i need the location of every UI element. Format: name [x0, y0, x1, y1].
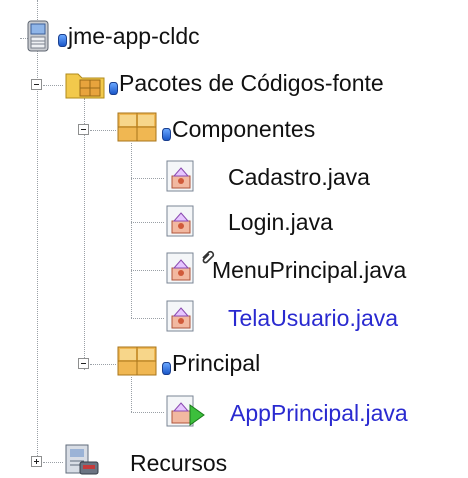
- folder-sources-icon: [65, 73, 105, 99]
- java-class-icon: [166, 300, 194, 332]
- package-label: Componentes: [172, 116, 316, 142]
- java-badge-icon: [58, 34, 67, 47]
- package-label: Principal: [172, 350, 261, 376]
- tree-line: [84, 98, 85, 370]
- collapse-toggle-principal[interactable]: [78, 358, 89, 369]
- java-badge-icon: [162, 128, 171, 141]
- tree-line: [131, 178, 164, 179]
- java-badge-icon: [162, 362, 171, 375]
- collapse-toggle-componentes[interactable]: [78, 124, 89, 135]
- java-main-class-icon: [166, 395, 205, 427]
- tree-line: [131, 222, 164, 223]
- tree-line: [37, 0, 38, 462]
- tree-line: [131, 377, 132, 412]
- file-label: TelaUsuario.java: [228, 305, 399, 331]
- tree-line: [131, 270, 164, 271]
- tree-line: [90, 364, 116, 365]
- project-tree: jme-app-cldc Pacotes de Códigos-fonte Co…: [0, 0, 468, 478]
- file-label: MenuPrincipal.java: [212, 257, 407, 283]
- tree-line: [131, 318, 164, 319]
- java-class-icon: [166, 205, 194, 237]
- mobile-project-icon: [27, 20, 49, 52]
- file-label: Login.java: [228, 209, 333, 235]
- tree-line: [43, 462, 63, 463]
- java-badge-icon: [109, 82, 118, 95]
- tree-line: [43, 85, 63, 86]
- resources-icon: [65, 444, 99, 475]
- package-icon: [117, 346, 157, 376]
- tree-line: [131, 412, 164, 413]
- tree-line: [37, 0, 38, 22]
- collapse-toggle-sources[interactable]: [31, 79, 42, 90]
- file-label: Cadastro.java: [228, 164, 370, 190]
- expand-toggle-resources[interactable]: [31, 456, 42, 467]
- tree-line: [131, 143, 132, 318]
- file-label: AppPrincipal.java: [230, 400, 408, 426]
- resources-label: Recursos: [130, 450, 228, 476]
- project-label: jme-app-cldc: [68, 23, 200, 49]
- sources-label: Pacotes de Códigos-fonte: [119, 70, 384, 96]
- java-class-icon: [166, 252, 194, 284]
- tree-line: [90, 130, 116, 131]
- java-class-icon: [166, 160, 194, 192]
- package-icon: [117, 112, 157, 142]
